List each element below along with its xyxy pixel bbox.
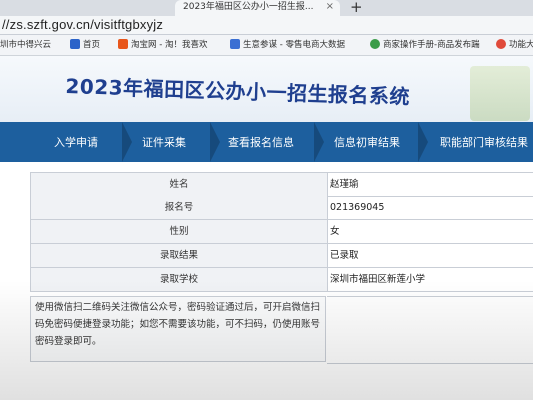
bookmark-item-home[interactable]: 首页 [70,38,100,50]
field-label: 报名号 [30,196,328,219]
bookmark-item-manual[interactable]: 商家操作手册-商品发布踹 [370,38,480,50]
page-title: 2023年福田区公办小一招生报名系统 [65,73,411,109]
bookmark-label: 商家操作手册-商品发布踹 [383,40,480,50]
bookmark-label: 淘宝网 - 淘！我喜欢 [131,40,208,50]
info-row-admission-school: 录取学校 深圳市福田区新莲小学 [30,268,533,292]
leaf-icon [370,39,380,49]
nav-item-department-review[interactable]: 职能部门审核结果 [440,134,528,150]
tab-close-icon[interactable]: × [326,0,334,14]
home-icon [70,39,80,49]
nav-item-documents[interactable]: 证件采集 [142,134,186,150]
page-banner: 2023年福田区公办小一招生报名系统 [0,56,533,122]
info-row-gender: 性别 女 [30,220,533,244]
bookmarks-bar: 圳市中得兴云 首页 淘宝网 - 淘！我喜欢 生意参谋 - 零售电商大数据 商家操… [0,35,533,56]
field-value: 已录取 [330,250,359,261]
nav-item-view-registration[interactable]: 查看报名信息 [228,134,294,150]
field-label: 录取结果 [30,244,328,267]
nav-separator [210,122,220,162]
globe-icon [230,39,240,49]
tab-title: 2023年福田区公办小一招生报... [183,2,314,12]
bookmark-item-taobao[interactable]: 淘宝网 - 淘！我喜欢 [118,38,207,50]
qr-code-area [327,296,533,364]
bookmark-item-func[interactable]: 功能大 [496,38,533,50]
tab-bar: 2023年福田区公办小一招生报... × + [0,0,533,16]
taobao-icon [118,39,128,49]
info-row-registration-number: 报名号 021369045 [30,196,533,220]
nav-separator [418,122,428,162]
bookmark-label: 生意参谋 - 零售电商大数据 [243,40,345,50]
bookmark-label: 功能大 [509,40,533,50]
wechat-login-note: 使用微信扫二维码关注微信公众号，密码验证通过后，可开启微信扫码免密码便捷登录功能… [30,296,326,362]
nav-item-apply[interactable]: 入学申请 [54,134,98,150]
field-label: 录取学校 [30,268,328,291]
nav-separator [122,122,132,162]
bookmark-label: 首页 [83,40,101,50]
target-icon [496,39,506,49]
web-page: 2023年福田区公办小一招生报名系统 入学申请 证件采集 查看报名信息 信息初审… [0,56,533,400]
bookmark-item[interactable]: 圳市中得兴云 [0,38,51,50]
info-row-name: 姓名 赵瑾瑜 [30,172,533,197]
bookmark-item-sycm[interactable]: 生意参谋 - 零售电商大数据 [230,38,345,50]
field-label: 姓名 [30,173,328,196]
field-value: 赵瑾瑜 [330,179,359,190]
url-text[interactable]: //zs.szft.gov.cn/visitftgbxyjz [2,17,163,32]
browser-screen: 2023年福田区公办小一招生报... × + //zs.szft.gov.cn/… [0,0,533,400]
field-value: 女 [330,226,340,237]
nav-separator [314,122,324,162]
nav-item-initial-review[interactable]: 信息初审结果 [334,134,400,150]
field-label: 性别 [30,220,328,243]
new-tab-button[interactable]: + [350,0,363,16]
address-bar[interactable]: //zs.szft.gov.cn/visitftgbxyjz [0,16,533,35]
main-nav: 入学申请 证件采集 查看报名信息 信息初审结果 职能部门审核结果 [0,122,533,162]
bookmark-label: 圳市中得兴云 [0,40,52,50]
field-value: 深圳市福田区新莲小学 [330,274,426,285]
info-row-admission-result: 录取结果 已录取 [30,244,533,268]
banner-illustration [470,66,530,121]
browser-tab[interactable]: 2023年福田区公办小一招生报... × [175,0,340,16]
field-value: 021369045 [330,202,385,213]
